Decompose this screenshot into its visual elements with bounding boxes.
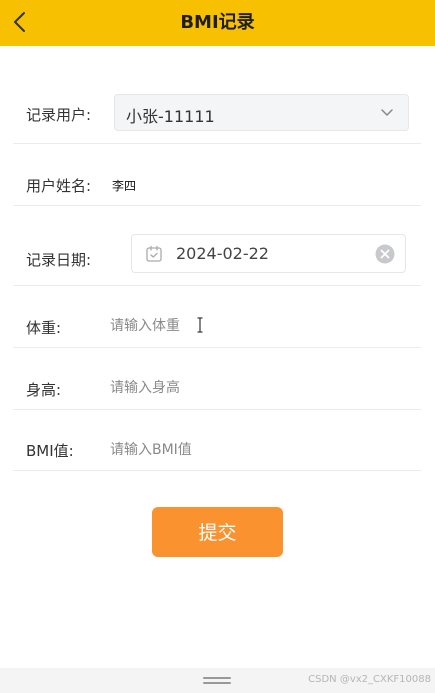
weight-input[interactable] [110, 313, 390, 339]
text-cursor-icon [197, 317, 203, 333]
name-value: 李四 [112, 179, 137, 193]
weight-label: 体重: [26, 319, 62, 337]
height-input[interactable] [110, 375, 390, 401]
bmi-input[interactable] [110, 437, 390, 463]
header-bar: BMI记录 [0, 0, 435, 46]
date-value: 2024-02-22 [176, 244, 269, 263]
clear-icon[interactable] [375, 244, 395, 264]
height-label: 身高: [26, 381, 62, 399]
watermark-text: CSDN @vx2_CXKF10088 [308, 674, 431, 685]
name-label: 用户姓名: [26, 177, 92, 195]
bottom-bar: CSDN @vx2_CXKF10088 [0, 668, 435, 693]
calendar-icon [146, 245, 162, 262]
bmi-label: BMI值: [26, 442, 74, 460]
page-title: BMI记录 [180, 12, 255, 33]
submit-button[interactable]: 提交 [152, 507, 283, 557]
user-label: 记录用户: [26, 106, 92, 124]
date-picker[interactable]: 2024-02-22 [131, 234, 406, 273]
user-select[interactable]: 小张-11111 [114, 94, 409, 131]
user-select-value: 小张-11111 [126, 107, 215, 126]
date-label: 记录日期: [26, 251, 92, 269]
chevron-down-icon [381, 109, 393, 116]
drag-handle-icon[interactable] [203, 677, 231, 684]
